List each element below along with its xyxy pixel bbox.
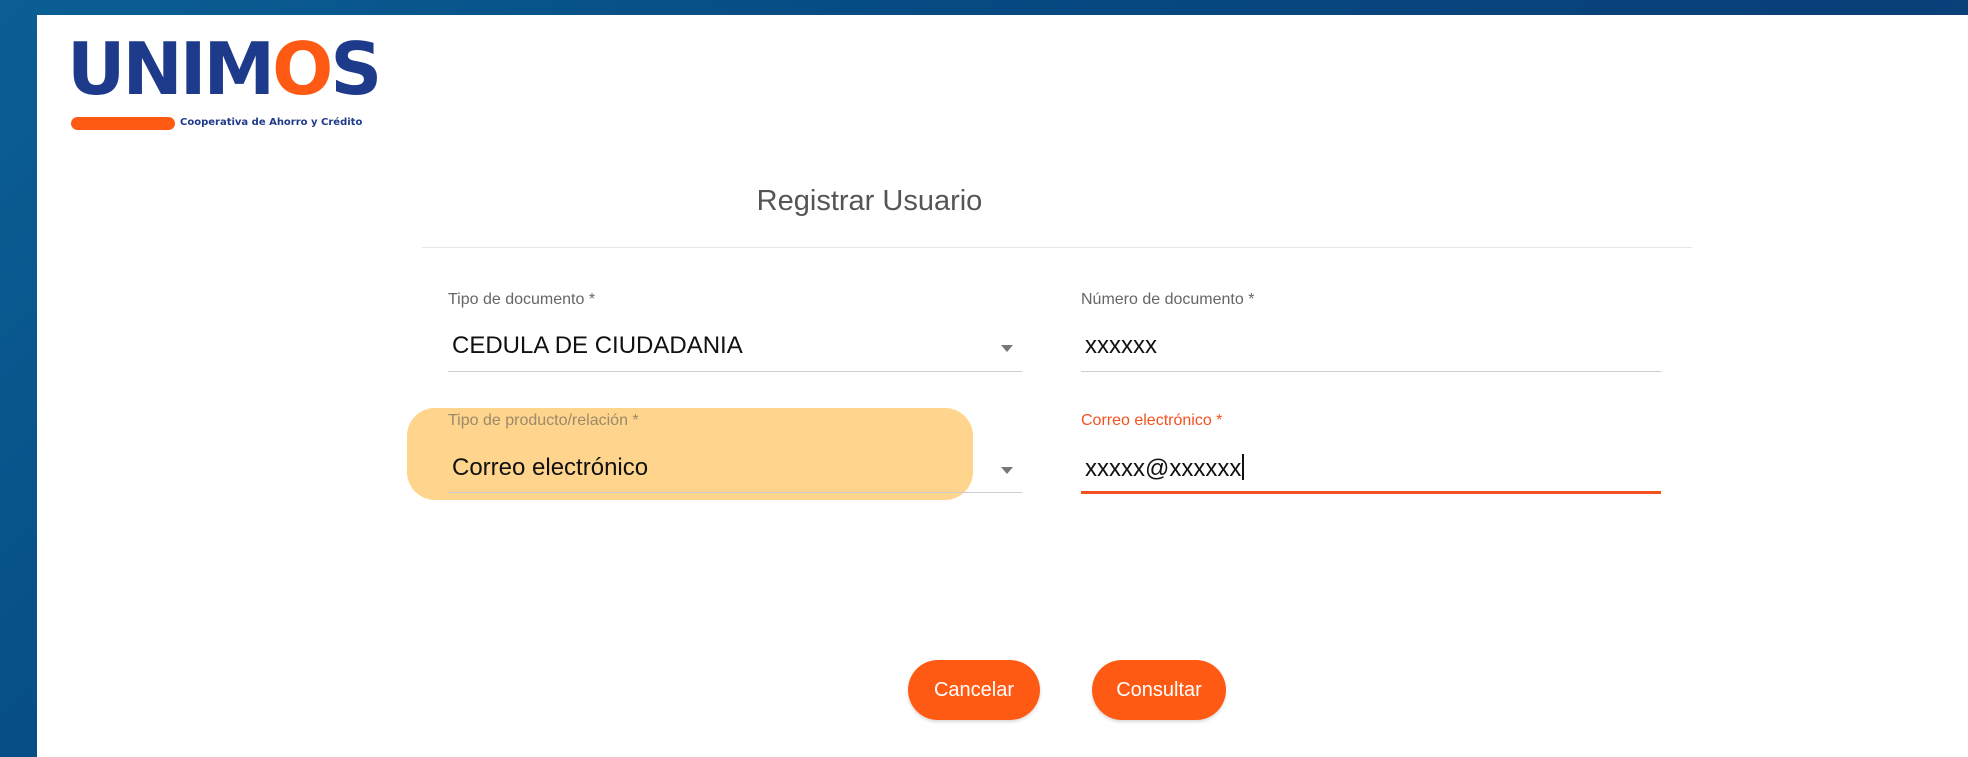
main-panel: UNIMOS Cooperativa de Ahorro y Crédito R… [37,15,1968,757]
logo-wordmark: UNIMOS [67,27,382,111]
correo-underline [1081,491,1661,494]
consultar-button[interactable]: Consultar [1092,660,1226,720]
numero-documento-label: Número de documento * [1081,291,1255,308]
text-cursor [1242,454,1245,480]
tipo-documento-select[interactable]: Tipo de documento * CEDULA DE CIUDADANIA [448,291,1022,372]
tipo-documento-value: CEDULA DE CIUDADANIA [452,332,743,359]
cancel-button[interactable]: Cancelar [908,660,1040,720]
title-divider [422,247,1692,248]
numero-documento-field[interactable]: Número de documento * xxxxxx [1081,291,1661,372]
logo-orange-bar [71,117,175,130]
correo-input-text: xxxxx@xxxxxx [1085,455,1242,482]
chevron-down-icon[interactable] [1001,467,1013,474]
numero-documento-input[interactable]: xxxxxx [1085,332,1157,360]
tipo-producto-label: Tipo de producto/relación * [448,412,639,429]
correo-field[interactable]: Correo electrónico * xxxxx@xxxxxx [1081,412,1661,494]
unimos-logo: UNIMOS Cooperativa de Ahorro y Crédito [67,29,407,149]
tipo-producto-value: Correo electrónico [452,454,649,481]
chevron-down-icon[interactable] [1001,345,1013,352]
tipo-documento-label: Tipo de documento * [448,291,596,308]
tipo-documento-underline [448,371,1022,372]
tipo-producto-underline [448,492,1022,493]
tipo-producto-select[interactable]: Tipo de producto/relación * Correo elect… [448,412,1022,493]
correo-label: Correo electrónico * [1081,412,1223,429]
numero-documento-underline [1081,371,1661,372]
correo-input[interactable]: xxxxx@xxxxxx [1085,454,1245,483]
page-title: Registrar Usuario [756,185,983,217]
logo-tagline: Cooperativa de Ahorro y Crédito [180,117,363,128]
